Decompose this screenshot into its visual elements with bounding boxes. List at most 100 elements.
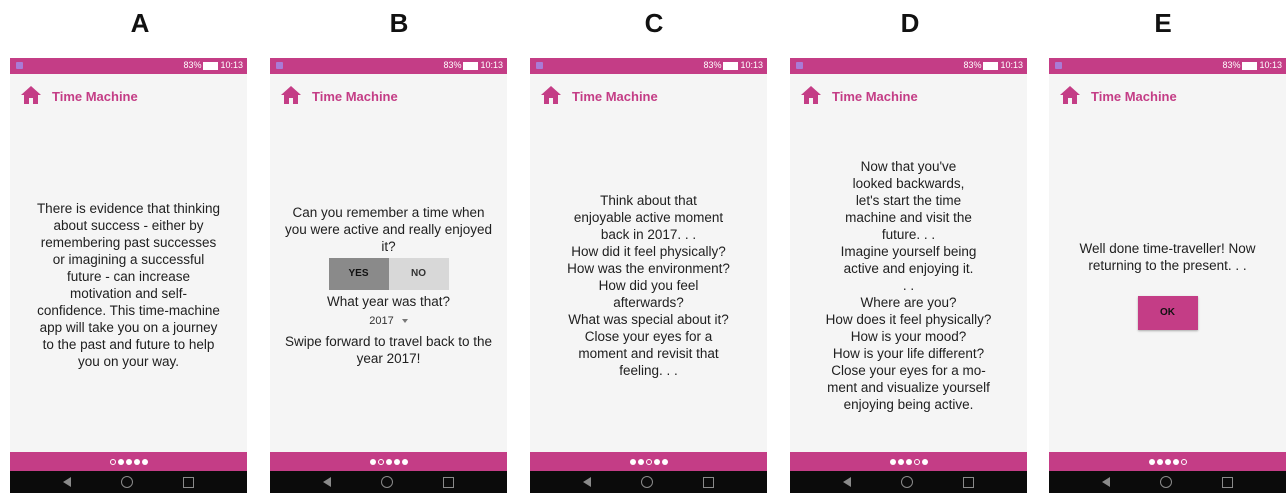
ok-button[interactable]: OK bbox=[1137, 296, 1198, 330]
battery-icon bbox=[203, 61, 219, 70]
page-dot bbox=[645, 458, 652, 465]
swipe-text: Swipe forward to travel back to the year… bbox=[284, 333, 493, 366]
page-dot bbox=[369, 458, 376, 465]
system-nav-bar bbox=[790, 471, 1027, 493]
battery-icon bbox=[983, 61, 999, 70]
reflection-line: How did it feel physically? bbox=[571, 243, 726, 259]
year-dropdown[interactable]: 2017 bbox=[369, 313, 408, 330]
page-dot bbox=[661, 458, 668, 465]
page-indicator bbox=[10, 452, 247, 471]
status-info: 83% 10:13 bbox=[183, 60, 243, 70]
battery-icon bbox=[463, 61, 479, 70]
clock: 10:13 bbox=[220, 60, 243, 70]
battery-percent: 83% bbox=[703, 60, 722, 70]
reflection-line: How does it feel physically? bbox=[825, 311, 992, 327]
battery-icon bbox=[1242, 61, 1258, 70]
battery-icon bbox=[723, 61, 739, 70]
recent-apps-icon[interactable] bbox=[703, 476, 714, 488]
status-bar: 83% 10:13 bbox=[1049, 58, 1286, 74]
home-circle-icon[interactable] bbox=[901, 476, 913, 488]
reflection-line: Close your eyes for a moment and revisit… bbox=[578, 328, 719, 378]
clock: 10:13 bbox=[740, 60, 763, 70]
page-dot bbox=[1180, 458, 1187, 465]
notification-icon bbox=[536, 62, 543, 69]
panel-label-e: E bbox=[1154, 8, 1172, 38]
home-circle-icon[interactable] bbox=[641, 476, 653, 488]
notification-icon bbox=[1055, 62, 1062, 69]
battery-percent: 83% bbox=[1222, 60, 1241, 70]
page-dot bbox=[637, 458, 644, 465]
home-icon[interactable] bbox=[20, 85, 42, 105]
clock: 10:13 bbox=[1259, 60, 1282, 70]
status-bar: 83% 10:13 bbox=[530, 58, 767, 74]
page-dot bbox=[109, 458, 116, 465]
reflection-line: How is your life different? bbox=[832, 345, 985, 361]
home-icon[interactable] bbox=[540, 85, 562, 105]
app-bar: Time Machine bbox=[790, 74, 1027, 118]
home-icon[interactable] bbox=[280, 85, 302, 105]
panel-label-c: C bbox=[644, 8, 664, 38]
no-button[interactable]: NO bbox=[388, 257, 449, 290]
phone-screen-e: 83% 10:13 Time Machine Well done time-tra… bbox=[1049, 58, 1286, 493]
reflection-line: Think about that enjoyable active moment… bbox=[573, 192, 724, 242]
past-reflection-content: Think about that enjoyable active moment… bbox=[530, 118, 767, 452]
system-nav-bar bbox=[10, 471, 247, 493]
page-dot bbox=[921, 458, 928, 465]
app-bar: Time Machine bbox=[1049, 74, 1286, 118]
notification-icon bbox=[16, 62, 23, 69]
page-dot bbox=[125, 458, 132, 465]
status-info: 83% 10:13 bbox=[1222, 60, 1282, 70]
phone-screen-d: 83% 10:13 Time Machine Now that you've lo… bbox=[790, 58, 1027, 493]
panel-label-a: A bbox=[130, 8, 150, 38]
back-icon[interactable] bbox=[583, 477, 591, 487]
question-content: Can you remember a time when you were ac… bbox=[270, 118, 507, 452]
intro-text: There is evidence that thinking about su… bbox=[36, 201, 221, 369]
status-bar: 83% 10:13 bbox=[10, 58, 247, 74]
phone-screen-b: 83% 10:13 Time Machine Can you remember a… bbox=[270, 58, 507, 493]
system-nav-bar bbox=[1049, 471, 1286, 493]
battery-percent: 83% bbox=[963, 60, 982, 70]
recent-apps-icon[interactable] bbox=[443, 476, 454, 488]
yes-button[interactable]: YES bbox=[328, 257, 389, 290]
home-icon[interactable] bbox=[1059, 85, 1081, 105]
back-icon[interactable] bbox=[63, 477, 71, 487]
reflection-line: Where are you? bbox=[860, 294, 957, 310]
page-dot bbox=[133, 458, 140, 465]
intro-content: There is evidence that thinking about su… bbox=[10, 118, 247, 452]
back-icon[interactable] bbox=[323, 477, 331, 487]
status-info: 83% 10:13 bbox=[963, 60, 1023, 70]
recent-apps-icon[interactable] bbox=[1222, 476, 1233, 488]
notification-icon bbox=[276, 62, 283, 69]
battery-percent: 83% bbox=[183, 60, 202, 70]
year-question: What year was that? bbox=[326, 293, 451, 309]
page-dot bbox=[905, 458, 912, 465]
recent-apps-icon[interactable] bbox=[963, 476, 974, 488]
phone-screen-a: 83% 10:13 Time Machine There is evidence … bbox=[10, 58, 247, 493]
reflection-line: How did you feel afterwards? bbox=[598, 277, 699, 310]
home-icon[interactable] bbox=[800, 85, 822, 105]
recent-apps-icon[interactable] bbox=[183, 476, 194, 488]
completion-text: Well done time-traveller! Now returning … bbox=[1079, 241, 1256, 273]
app-title: Time Machine bbox=[832, 89, 918, 104]
home-circle-icon[interactable] bbox=[121, 476, 133, 488]
notification-icon bbox=[796, 62, 803, 69]
page-dot bbox=[377, 458, 384, 465]
clock: 10:13 bbox=[1000, 60, 1023, 70]
page-dot bbox=[401, 458, 408, 465]
completion-content: Well done time-traveller! Now returning … bbox=[1049, 118, 1286, 452]
back-icon[interactable] bbox=[843, 477, 851, 487]
home-circle-icon[interactable] bbox=[381, 476, 393, 488]
page-dot bbox=[1156, 458, 1163, 465]
app-bar: Time Machine bbox=[10, 74, 247, 118]
page-dot bbox=[393, 458, 400, 465]
app-title: Time Machine bbox=[52, 89, 138, 104]
home-circle-icon[interactable] bbox=[1160, 476, 1172, 488]
battery-percent: 83% bbox=[443, 60, 462, 70]
page-dot bbox=[1148, 458, 1155, 465]
app-title: Time Machine bbox=[1091, 89, 1177, 104]
page-dot bbox=[889, 458, 896, 465]
yes-no-toggle: YES NO bbox=[328, 257, 449, 290]
dropdown-arrow-icon bbox=[401, 318, 408, 323]
active-question: Can you remember a time when you were ac… bbox=[284, 204, 493, 254]
back-icon[interactable] bbox=[1102, 477, 1110, 487]
